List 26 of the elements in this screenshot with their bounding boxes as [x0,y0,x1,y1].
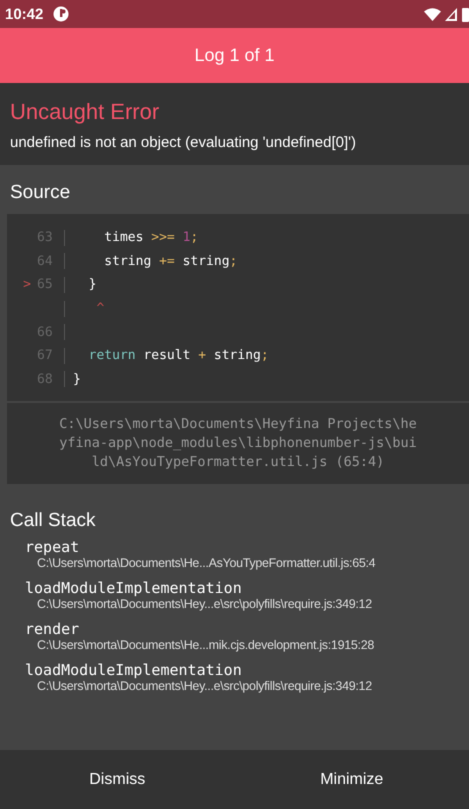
code-line: ^ [95,301,104,316]
file-path: C:\Users\morta\Documents\Heyfina Projects\heyfina-app\node_modules\libphonenumber-js\build\AsYouTypeFormatter.util.js (65:4) [59,416,417,470]
section-heading: Source [9,181,72,205]
current-line-marker: > [22,277,32,292]
code-line: string += string; [103,254,238,269]
app-notification-icon [53,6,70,22]
error-title: Uncaught Error [10,99,160,125]
stack-function-name[interactable]: repeat [25,538,459,556]
wifi-icon [424,8,441,20]
stack-location[interactable]: C:\Users\morta\Documents\He...mik.cjs.development.js:1915:28 [37,638,459,652]
section-heading: Call Stack [9,509,97,534]
stack-function-name[interactable]: loadModuleImplementation [25,579,459,598]
stack-location[interactable]: C:\Users\morta\Documents\Hey...e\src\polyfills\require.js:349:12 [37,597,459,612]
stack-location[interactable]: C:\Users\morta\Documents\He...AsYouTypeFormatter.util.js:65:4 [37,556,459,570]
error-message: undefined is not an object (evaluating 'undefined[0]') [10,134,357,151]
stack-location[interactable]: C:\Users\morta\Documents\Hey...e\src\polyfills\require.js:349:12 [37,679,459,694]
code-line: } [88,277,96,292]
battery-icon [461,6,469,22]
signal-icon [445,8,457,20]
status-time: 10:42 [5,6,44,22]
stack-function-name[interactable]: loadModuleImplementation [25,661,459,680]
code-line: times >>= 1; [103,230,198,246]
log-title: Log 1 of 1 [194,45,275,66]
code-line: } [73,372,81,387]
stack-function-name[interactable]: render [25,620,459,638]
code-line: return result + string; [88,348,269,364]
